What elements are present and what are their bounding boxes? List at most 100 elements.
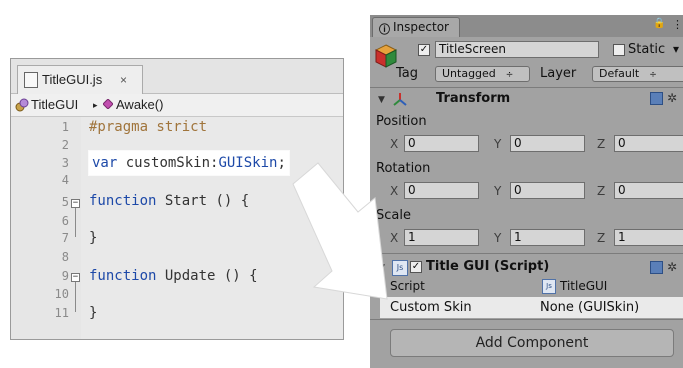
line-number: 3 (61, 156, 69, 170)
keyword: var (92, 155, 118, 171)
z-label: Z (597, 231, 606, 245)
tab-label: TitleGUI.js (42, 72, 103, 87)
static-checkbox[interactable] (613, 44, 625, 56)
gameobject-icon (375, 44, 397, 68)
lock-icon[interactable]: 🔒 (653, 18, 665, 29)
fold-guide (75, 282, 76, 312)
tag-label: Tag (396, 66, 419, 81)
fold-start-toggle[interactable]: − (71, 199, 80, 208)
breadcrumb-method[interactable]: Awake() (116, 94, 163, 116)
static-dropdown-icon[interactable]: ▾ (673, 42, 679, 56)
script-field-value[interactable]: TitleGUI (560, 279, 607, 293)
line-number: 1 (61, 120, 69, 134)
keyword: function (89, 193, 157, 209)
panel-menu-icon[interactable]: ⋮ (672, 18, 683, 31)
info-icon: ⓘ (379, 23, 390, 36)
line-number: 4 (61, 173, 69, 187)
gameobject-name-field[interactable]: TitleScreen (435, 41, 599, 58)
static-label: Static (628, 42, 666, 57)
keyword: function (89, 268, 157, 284)
layer-dropdown[interactable]: Default ÷ (592, 66, 683, 82)
layer-label: Layer (540, 66, 577, 81)
js-script-icon: Js (392, 260, 408, 276)
transform-title: Transform (436, 91, 511, 106)
line-number: 2 (61, 138, 69, 152)
scale-y-field[interactable]: 1 (510, 229, 585, 246)
function-update: Update () { (156, 268, 258, 284)
scale-label: Scale (376, 208, 411, 223)
code-line-3: var customSkin:GUISkin; (89, 151, 289, 175)
divider (370, 87, 683, 88)
line-number: 10 (54, 287, 69, 301)
rotation-label: Rotation (376, 161, 431, 176)
js-script-icon: Js (542, 279, 556, 294)
transform-foldout-icon[interactable]: ▼ (378, 95, 385, 105)
editor-tab-bar: TitleGUI.js × (11, 59, 343, 94)
script-enabled-checkbox[interactable]: ✓ (410, 261, 422, 273)
line-number: 8 (61, 250, 69, 264)
breadcrumb: TitleGUI ▸ Awake() (11, 94, 343, 117)
breadcrumb-separator: ▸ (93, 100, 98, 110)
inspector-header: ⓘ Inspector 🔒 ⋮ (370, 15, 683, 37)
dropdown-arrow-icon: ÷ (505, 70, 514, 80)
gear-icon[interactable]: ✲ (667, 260, 677, 274)
add-component-button[interactable]: Add Component (390, 329, 674, 357)
divider (370, 253, 683, 254)
breadcrumb-class[interactable]: TitleGUI (31, 94, 78, 116)
position-y-field[interactable]: 0 (510, 135, 585, 152)
code-line-9: function Update () { (89, 268, 258, 284)
tab-inspector[interactable]: ⓘ Inspector (372, 17, 460, 37)
layer-value: Default (599, 67, 640, 80)
gear-icon[interactable]: ✲ (667, 91, 677, 105)
code-line-7: } (89, 230, 98, 246)
function-start: Start () { (156, 193, 250, 209)
line-number-gutter: 1 2 3 4 5 6 7 8 9 10 11 − − (11, 117, 81, 339)
highlighted-declaration: var customSkin:GUISkin; (89, 151, 289, 175)
dropdown-arrow-icon: ÷ (649, 70, 657, 80)
z-label: Z (597, 184, 606, 198)
divider (370, 319, 683, 320)
position-z-field[interactable]: 0 (614, 135, 683, 152)
y-label: Y (494, 231, 502, 245)
tab-titlegui-js[interactable]: TitleGUI.js × (17, 65, 143, 94)
script-field-label: Script (390, 279, 425, 293)
method-icon (103, 99, 113, 109)
x-label: X (390, 184, 399, 198)
scale-z-field[interactable]: 1 (614, 229, 683, 246)
transform-icon (393, 93, 407, 106)
line-number: 11 (54, 306, 69, 320)
class-icon (15, 98, 29, 112)
x-label: X (390, 137, 399, 151)
rotation-z-field[interactable]: 0 (614, 182, 683, 199)
position-x-field[interactable]: 0 (404, 135, 479, 152)
semicolon: ; (277, 155, 286, 171)
x-label: X (390, 231, 399, 245)
fold-update-toggle[interactable]: − (71, 273, 80, 282)
code-area[interactable]: #pragma strict var customSkin:GUISkin; f… (81, 117, 343, 339)
type-name: GUISkin (218, 155, 278, 171)
close-tab-icon[interactable]: × (120, 66, 127, 94)
z-label: Z (597, 137, 606, 151)
line-number: 5 (61, 195, 69, 209)
tag-value: Untagged (442, 67, 496, 80)
inspector-panel: ⓘ Inspector 🔒 ⋮ ✓ TitleScreen Static ▾ T… (370, 15, 683, 368)
tab-inspector-label: Inspector (393, 20, 449, 34)
code-line-11: } (89, 305, 98, 321)
scale-x-field[interactable]: 1 (404, 229, 479, 246)
reference-icon[interactable] (650, 92, 663, 105)
variable-name: customSkin: (117, 155, 219, 171)
custom-skin-label: Custom Skin (390, 300, 472, 315)
line-number: 6 (61, 214, 69, 228)
code-line-1: #pragma strict (89, 119, 208, 135)
y-label: Y (494, 137, 502, 151)
line-number: 7 (61, 231, 69, 245)
tag-dropdown[interactable]: Untagged ÷ (435, 66, 530, 82)
rotation-x-field[interactable]: 0 (404, 182, 479, 199)
script-foldout-icon[interactable]: ▼ (378, 263, 385, 273)
line-number: 9 (61, 269, 69, 283)
custom-skin-row[interactable]: Custom Skin None (GUISkin) (380, 297, 683, 318)
custom-skin-value[interactable]: None (GUISkin) (540, 300, 639, 315)
rotation-y-field[interactable]: 0 (510, 182, 585, 199)
reference-icon[interactable] (650, 261, 663, 274)
gameobject-active-checkbox[interactable]: ✓ (418, 44, 430, 56)
